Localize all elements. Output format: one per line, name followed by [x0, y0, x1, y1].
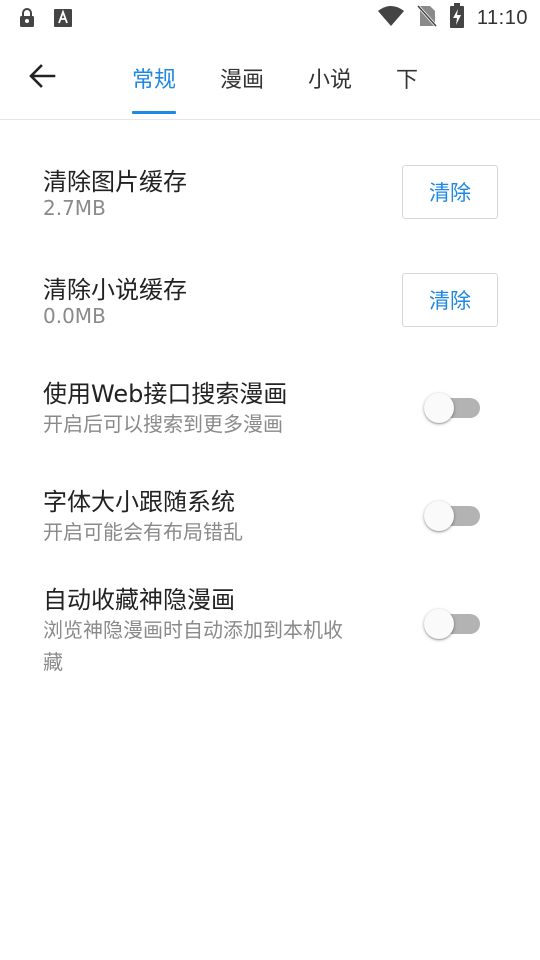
font-follow-switch[interactable]: [424, 501, 482, 531]
tab-comics[interactable]: 漫画: [198, 36, 286, 120]
no-sim-icon: [416, 4, 438, 32]
clock-time: 11:10: [476, 6, 528, 29]
status-bar: 11:10: [0, 0, 540, 36]
clear-novel-cache-button[interactable]: 清除: [402, 273, 498, 327]
font-a-icon: [54, 8, 72, 32]
tab-download[interactable]: 下: [374, 36, 440, 120]
web-search-title: 使用Web接口搜索漫画: [43, 380, 288, 408]
image-cache-size: 2.7MB: [43, 196, 106, 220]
auto-collect-setting[interactable]: 自动收藏神隐漫画 浏览神隐漫画时自动添加到本机收 藏: [0, 570, 540, 690]
web-search-subtitle: 开启后可以搜索到更多漫画: [43, 412, 283, 436]
switch-thumb: [424, 501, 454, 531]
novel-cache-size: 0.0MB: [43, 304, 106, 328]
clear-image-cache-button[interactable]: 清除: [402, 165, 498, 219]
novel-cache-setting: 清除小说缓存 0.0MB 清除: [0, 258, 540, 358]
web-search-setting[interactable]: 使用Web接口搜索漫画 开启后可以搜索到更多漫画: [0, 364, 540, 464]
font-follow-title: 字体大小跟随系统: [43, 488, 235, 516]
tab-novels[interactable]: 小说: [286, 36, 374, 120]
image-cache-setting: 清除图片缓存 2.7MB 清除: [0, 150, 540, 250]
auto-collect-subtitle-line1: 浏览神隐漫画时自动添加到本机收: [43, 618, 343, 642]
lock-icon: [18, 8, 36, 32]
back-button[interactable]: [22, 58, 62, 98]
switch-thumb: [424, 393, 454, 423]
font-follow-subtitle: 开启可能会有布局错乱: [43, 520, 243, 544]
auto-collect-title: 自动收藏神隐漫画: [43, 586, 235, 614]
app-bar: 常规 漫画 小说 下: [0, 36, 540, 120]
switch-thumb: [424, 609, 454, 639]
wifi-icon: [377, 5, 405, 31]
arrow-left-icon: [28, 62, 56, 94]
auto-collect-subtitle-line2: 藏: [43, 650, 63, 674]
tab-bar: 常规 漫画 小说 下: [110, 36, 440, 120]
web-search-switch[interactable]: [424, 393, 482, 423]
auto-collect-switch[interactable]: [424, 609, 482, 639]
battery-charging-icon: [449, 3, 465, 33]
font-follow-setting[interactable]: 字体大小跟随系统 开启可能会有布局错乱: [0, 472, 540, 572]
tab-general[interactable]: 常规: [110, 36, 198, 120]
